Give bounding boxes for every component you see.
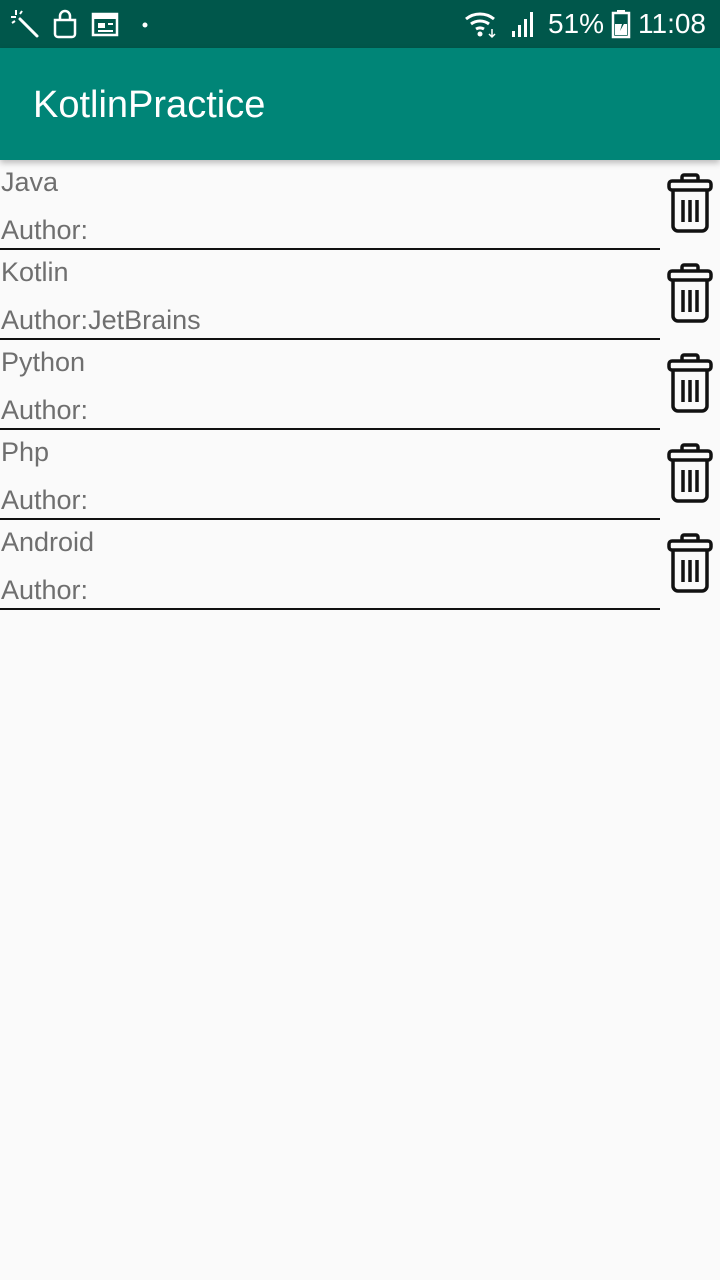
list-item-content: Php Author: — [0, 430, 660, 520]
trash-icon — [666, 442, 714, 508]
book-name: Android — [1, 527, 95, 557]
trash-icon — [666, 262, 714, 328]
list-item-android[interactable]: Android Author: — [0, 520, 720, 610]
trash-icon — [666, 532, 714, 598]
battery-percent: 51% — [547, 8, 604, 39]
book-name: Php — [1, 437, 50, 467]
shopping-bag-icon — [50, 9, 80, 39]
list-item-python[interactable]: Python Author: — [0, 340, 720, 430]
delete-button[interactable] — [662, 352, 718, 418]
calendar-icon — [90, 9, 120, 39]
battery-icon — [610, 9, 632, 39]
author-prefix: Author: — [1, 575, 89, 605]
list-item-kotlin[interactable]: Kotlin Author:JetBrains — [0, 250, 720, 340]
book-author: Author: — [1, 485, 88, 515]
app-bar: KotlinPractice — [0, 48, 720, 160]
book-name: Kotlin — [1, 257, 69, 287]
book-list[interactable]: Java Author: Kotlin Author:JetBrains Pyt… — [0, 160, 720, 610]
status-bar-notifications — [10, 8, 160, 40]
book-name: Java — [1, 167, 59, 197]
author-prefix: Author: — [1, 395, 89, 425]
author-prefix: Author: — [1, 215, 89, 245]
author-prefix: Author: — [1, 305, 89, 335]
list-item-content: Android Author: — [0, 520, 660, 610]
author-prefix: Author: — [1, 485, 89, 515]
dot-icon — [130, 9, 160, 39]
list-item-content: Kotlin Author:JetBrains — [0, 250, 660, 340]
delete-button[interactable] — [662, 532, 718, 598]
delete-button[interactable] — [662, 172, 718, 238]
list-item-content: Python Author: — [0, 340, 660, 430]
book-author: Author: — [1, 575, 88, 605]
app-title: KotlinPractice — [33, 84, 266, 126]
delete-button[interactable] — [662, 262, 718, 328]
clock: 11:08 — [638, 8, 706, 39]
book-name: Python — [1, 347, 86, 377]
list-item-php[interactable]: Php Author: — [0, 430, 720, 520]
author-value: JetBrains — [88, 305, 201, 335]
magic-wand-icon — [10, 9, 40, 39]
delete-button[interactable] — [662, 442, 718, 508]
list-item-content: Java Author: — [0, 160, 660, 250]
book-author: Author: — [1, 215, 88, 245]
book-author: Author: — [1, 395, 88, 425]
status-bar: 51% 11:08 — [0, 0, 720, 48]
status-bar-system: 51% 11:08 — [464, 6, 706, 42]
list-item-java[interactable]: Java Author: — [0, 160, 720, 250]
book-author: Author:JetBrains — [1, 305, 201, 335]
trash-icon — [666, 352, 714, 418]
wifi-icon — [464, 9, 500, 39]
trash-icon — [666, 172, 714, 238]
signal-icon — [506, 9, 542, 39]
